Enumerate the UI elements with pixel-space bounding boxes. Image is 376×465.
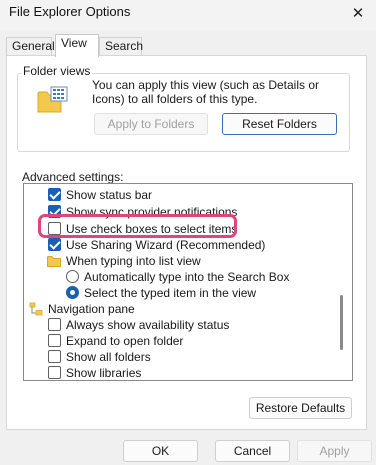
setting-label: Navigation pane — [48, 301, 135, 316]
setting-show-sync-provider-notifications[interactable]: Show sync provider notifications — [48, 203, 237, 220]
restore-defaults-button[interactable]: Restore Defaults — [249, 397, 352, 419]
checkbox[interactable] — [48, 334, 61, 347]
apply-button[interactable]: Apply — [297, 440, 372, 462]
advanced-settings-label: Advanced settings: — [22, 170, 124, 184]
setting-label: Show libraries — [66, 365, 142, 380]
navigation-pane-icon — [29, 302, 43, 315]
window-title: File Explorer Options — [9, 4, 131, 19]
setting-label: When typing into list view — [66, 253, 201, 268]
cancel-button[interactable]: Cancel — [215, 440, 290, 462]
radio-button[interactable] — [66, 270, 79, 283]
setting-group-typing-list-view: When typing into list view — [47, 252, 201, 269]
setting-label: Use Sharing Wizard (Recommended) — [66, 237, 266, 252]
checkbox[interactable] — [48, 350, 61, 363]
setting-auto-type-search-box[interactable]: Automatically type into the Search Box — [66, 268, 289, 285]
setting-label: Automatically type into the Search Box — [84, 269, 290, 284]
setting-label: Show status bar — [66, 187, 153, 202]
setting-label: Select the typed item in the view — [84, 285, 257, 300]
checkbox[interactable] — [48, 366, 61, 379]
folder-views-description: You can apply this view (such as Details… — [92, 78, 320, 106]
setting-always-show-availability[interactable]: Always show availability status — [48, 316, 229, 333]
apply-to-folders-button[interactable]: Apply to Folders — [94, 113, 208, 135]
folder-view-icon — [37, 86, 68, 113]
setting-use-sharing-wizard[interactable]: Use Sharing Wizard (Recommended) — [48, 236, 265, 253]
tab-search[interactable]: Search — [99, 37, 143, 56]
title-bar: File Explorer Options ✕ — [0, 0, 376, 30]
setting-use-check-boxes[interactable]: Use check boxes to select items — [48, 220, 237, 237]
tab-general[interactable]: General — [6, 37, 55, 56]
setting-label: Show all folders — [66, 349, 151, 364]
checkbox[interactable] — [48, 188, 61, 201]
radio-button[interactable] — [66, 286, 79, 299]
checkbox[interactable] — [48, 222, 61, 235]
setting-group-navigation-pane: Navigation pane — [29, 300, 135, 317]
checkbox[interactable] — [48, 318, 61, 331]
setting-expand-to-open-folder[interactable]: Expand to open folder — [48, 332, 183, 349]
setting-label: Use check boxes to select items — [66, 221, 238, 236]
setting-show-status-bar[interactable]: Show status bar — [48, 186, 152, 203]
setting-show-all-folders[interactable]: Show all folders — [48, 348, 151, 365]
checkbox[interactable] — [48, 238, 61, 251]
ok-button[interactable]: OK — [123, 440, 198, 462]
folder-views-legend: Folder views — [21, 64, 93, 78]
checkbox[interactable] — [48, 205, 61, 218]
reset-folders-button[interactable]: Reset Folders — [222, 113, 337, 135]
setting-label: Show sync provider notifications — [66, 204, 238, 219]
close-button[interactable]: ✕ — [340, 0, 376, 26]
folder-icon — [47, 255, 61, 267]
setting-select-typed-item[interactable]: Select the typed item in the view — [66, 284, 256, 301]
advanced-list-scrollbar[interactable] — [340, 295, 343, 350]
tab-view[interactable]: View — [55, 34, 99, 57]
setting-label: Always show availability status — [66, 317, 230, 332]
advanced-settings-list[interactable]: Show status bar Show sync provider notif… — [23, 183, 353, 381]
setting-label: Expand to open folder — [66, 333, 184, 348]
setting-show-libraries[interactable]: Show libraries — [48, 364, 142, 380]
close-icon: ✕ — [351, 5, 365, 22]
